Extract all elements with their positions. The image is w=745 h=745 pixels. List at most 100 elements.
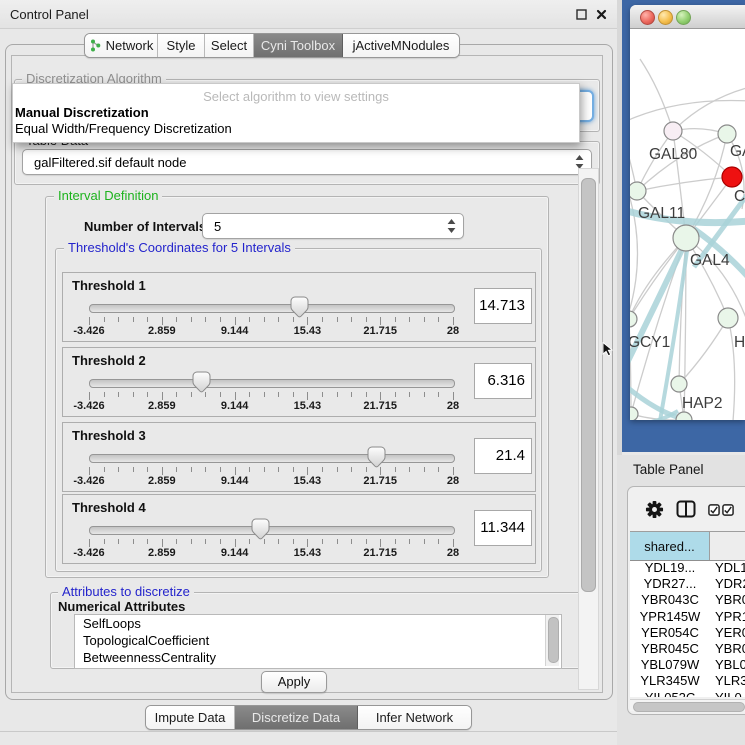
minor-tick: [104, 539, 105, 544]
tab-discretize-data[interactable]: Discretize Data: [235, 706, 358, 729]
table-header-row: shared...na: [630, 531, 745, 561]
network-edge: [679, 318, 728, 384]
panel-scrollbar-thumb[interactable]: [581, 178, 596, 592]
minor-tick: [293, 539, 294, 544]
network-node-label: GAL80: [649, 146, 698, 163]
table-row[interactable]: YDR27...YDR2: [630, 576, 745, 592]
columns-icon[interactable]: [676, 500, 696, 523]
popup-item-manual-discretization[interactable]: Manual Discretization: [15, 105, 149, 120]
threshold-value-field[interactable]: 11.344: [474, 510, 532, 546]
table-row[interactable]: YBR045CYBR0: [630, 641, 745, 657]
network-view-frame: GAL80GACGAL11GAL4GCY1HHAP2: [622, 0, 745, 452]
table-column-header[interactable]: na: [710, 532, 745, 560]
table-row[interactable]: YBL079WYBL0: [630, 657, 745, 673]
table-data-combobox[interactable]: galFiltered.sif default node: [22, 149, 592, 175]
minor-tick: [424, 539, 425, 544]
tab-jactivemnodules[interactable]: jActiveMNodules: [343, 34, 459, 57]
table-row[interactable]: YER054CYER0: [630, 625, 745, 641]
tick-label: 9.144: [209, 400, 261, 412]
close-icon[interactable]: [595, 8, 608, 21]
divider: [0, 731, 617, 732]
threshold-value-field[interactable]: 14.713: [474, 288, 532, 324]
major-tick: [307, 392, 308, 400]
minor-tick: [366, 539, 367, 544]
attributes-list-scrollbar[interactable]: [545, 615, 559, 666]
network-node-label: C: [734, 188, 745, 205]
threshold-slider-thumb[interactable]: [290, 296, 309, 318]
table-cell: YDL1: [710, 560, 745, 576]
tab-cyni-toolbox[interactable]: Cyni Toolbox: [254, 34, 343, 57]
threshold-slider-thumb[interactable]: [251, 518, 270, 540]
minor-tick: [220, 317, 221, 322]
minor-tick: [205, 467, 206, 472]
tick-label: 2.859: [136, 400, 188, 412]
network-node: [718, 125, 736, 143]
tab-style[interactable]: Style: [158, 34, 205, 57]
minor-tick: [395, 392, 396, 397]
gear-icon[interactable]: [645, 500, 664, 524]
major-tick: [380, 539, 381, 547]
minor-tick: [147, 467, 148, 472]
zoom-traffic-light-icon[interactable]: [676, 10, 691, 25]
attribute-list-item[interactable]: TopologicalCoefficient: [75, 633, 561, 649]
tab-infer-network[interactable]: Infer Network: [358, 706, 471, 729]
threshold-slider-track[interactable]: [89, 379, 455, 388]
minor-tick: [278, 467, 279, 472]
table-row[interactable]: YPR145WYPR1: [630, 609, 745, 625]
threshold-label: Threshold 4: [72, 500, 146, 515]
control-panel: Control Panel NetworkStyleSelectCyni Too…: [0, 0, 617, 745]
numerical-attributes-label: Numerical Attributes: [58, 599, 185, 614]
minor-tick: [176, 467, 177, 472]
table-row[interactable]: YDL19...YDL1: [630, 560, 745, 576]
threshold-slider-track[interactable]: [89, 454, 455, 463]
tick-label: 9.144: [209, 475, 261, 487]
threshold-value-field[interactable]: 21.4: [474, 438, 532, 474]
attributes-group-label: Attributes to discretize: [58, 585, 194, 599]
tab-impute-data[interactable]: Impute Data: [146, 706, 235, 729]
threshold-slider-thumb[interactable]: [367, 446, 386, 468]
float-window-icon[interactable]: [575, 8, 588, 21]
minor-tick: [337, 392, 338, 397]
minor-tick: [220, 392, 221, 397]
minor-tick: [438, 317, 439, 322]
attribute-list-item[interactable]: SelfLoops: [75, 616, 561, 632]
tick-label: 21.715: [354, 547, 406, 559]
close-traffic-light-icon[interactable]: [640, 10, 655, 25]
network-node-label: GCY1: [630, 334, 670, 351]
checkbox-checked-icon[interactable]: [722, 503, 734, 521]
algorithm-dropdown-popup: Select algorithm to view settings Manual…: [12, 83, 580, 143]
table-row[interactable]: YLR345WYLR3: [630, 673, 745, 689]
number-of-intervals-combobox[interactable]: 5: [202, 213, 464, 239]
network-window-titlebar[interactable]: [630, 5, 745, 29]
threshold-value-field[interactable]: 6.316: [474, 363, 532, 399]
apply-button[interactable]: Apply: [261, 671, 327, 693]
table-row[interactable]: YIL052CYIL0: [630, 690, 745, 698]
minor-tick: [366, 392, 367, 397]
major-tick: [162, 392, 163, 400]
major-tick: [380, 392, 381, 400]
threshold-slider-track[interactable]: [89, 304, 455, 313]
threshold-slider-track[interactable]: [89, 526, 455, 535]
table-cell: YDR27...: [630, 576, 710, 592]
checkbox-checked-icon[interactable]: [708, 503, 720, 521]
threshold-slider-thumb[interactable]: [192, 371, 211, 393]
network-canvas[interactable]: GAL80GACGAL11GAL4GCY1HHAP2: [630, 29, 745, 420]
minimize-traffic-light-icon[interactable]: [658, 10, 673, 25]
numerical-attributes-list[interactable]: SelfLoopsTopologicalCoefficientBetweenne…: [74, 614, 562, 669]
table-row[interactable]: YBR043CYBR0: [630, 592, 745, 608]
cytopanel-tabs: NetworkStyleSelectCyni ToolboxjActiveMNo…: [84, 33, 460, 58]
tab-select[interactable]: Select: [205, 34, 254, 57]
tab-network[interactable]: Network: [85, 34, 158, 57]
minor-tick: [293, 467, 294, 472]
minor-tick: [147, 539, 148, 544]
popup-item-equal-width[interactable]: Equal Width/Frequency Discretization: [15, 121, 232, 136]
attribute-list-item[interactable]: BetweennessCentrality: [75, 650, 561, 666]
table-cell: YPR1: [710, 609, 745, 625]
network-node-label: GA: [730, 143, 745, 160]
major-tick: [89, 539, 90, 547]
minor-tick: [176, 392, 177, 397]
minor-tick: [249, 317, 250, 322]
table-hscrollbar[interactable]: [630, 699, 745, 711]
network-edge: [640, 59, 673, 131]
table-column-header[interactable]: shared...: [630, 532, 710, 560]
